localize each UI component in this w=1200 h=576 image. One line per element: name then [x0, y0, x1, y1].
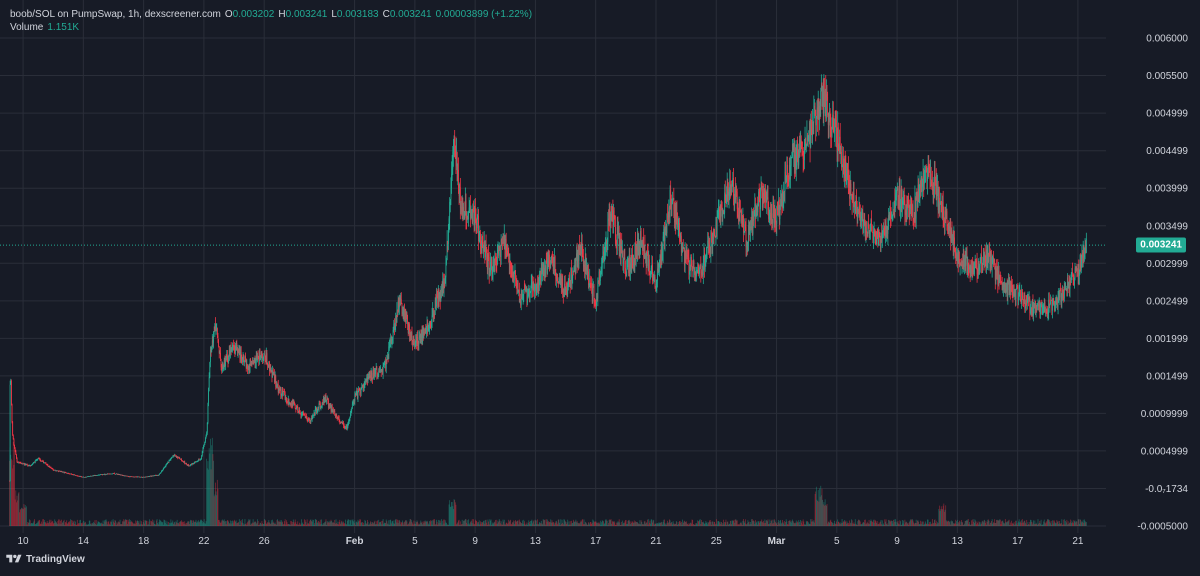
- candle-body: [454, 138, 455, 146]
- candle-body: [358, 392, 359, 398]
- candle-body: [527, 296, 528, 303]
- chart-canvas[interactable]: 0.0060000.0055000.0049990.0044990.003999…: [0, 0, 1200, 571]
- candle-body: [202, 449, 203, 452]
- candle-body: [827, 97, 828, 115]
- candle-body: [707, 248, 708, 254]
- candle-body: [213, 331, 214, 342]
- candle-body: [171, 458, 172, 459]
- candle-body: [184, 462, 185, 464]
- candle-body: [172, 457, 173, 458]
- candle-body: [352, 404, 353, 408]
- candle-body: [879, 230, 880, 233]
- candle-body: [854, 193, 855, 203]
- candle-body: [446, 260, 447, 263]
- candle-body: [220, 353, 221, 359]
- candle-body: [1016, 290, 1017, 299]
- candle-body: [209, 377, 210, 387]
- candle-body: [575, 259, 576, 270]
- candle-body: [236, 343, 237, 347]
- candlestick-chart[interactable]: 0.0060000.0055000.0049990.0044990.003999…: [0, 0, 1200, 571]
- candle-body: [383, 367, 384, 375]
- candle-body: [401, 299, 402, 303]
- candle-body: [35, 461, 36, 463]
- candle-body: [203, 447, 204, 449]
- candle-body: [714, 233, 715, 236]
- candle-body: [1020, 290, 1021, 299]
- candle-layer: [9, 74, 1087, 481]
- candle-body: [169, 461, 170, 462]
- candle-body: [655, 277, 656, 287]
- candle-body: [981, 255, 982, 264]
- candle-body: [725, 193, 726, 195]
- candle-body: [12, 422, 13, 435]
- candle-body: [592, 287, 593, 296]
- volume-bar: [827, 504, 828, 526]
- candle-body: [694, 261, 695, 268]
- candle-body: [758, 206, 759, 212]
- candle-body: [588, 271, 589, 284]
- candle-body: [820, 91, 821, 107]
- candle-body: [626, 269, 627, 275]
- candle-body: [791, 158, 792, 166]
- candle-body: [326, 400, 327, 401]
- candle-body: [267, 353, 268, 363]
- candle-body: [12, 404, 13, 422]
- candle-body: [935, 174, 936, 176]
- volume-bar: [239, 519, 240, 526]
- candle-body: [649, 259, 650, 271]
- candle-body: [815, 106, 816, 110]
- candle-body: [838, 127, 839, 144]
- candle-body: [659, 267, 660, 272]
- volume-bar: [456, 505, 457, 526]
- candle-body: [947, 211, 948, 224]
- candle-body: [295, 405, 296, 408]
- candle-body: [590, 278, 591, 283]
- candle-body: [775, 209, 776, 222]
- volume-bar: [26, 506, 27, 526]
- candle-body: [902, 205, 903, 209]
- candle-body: [600, 277, 601, 281]
- candle-body: [46, 463, 47, 464]
- candle-body: [717, 217, 718, 237]
- candle-body: [850, 184, 851, 195]
- candle-body: [530, 293, 531, 297]
- candle-body: [14, 439, 15, 445]
- candle-body: [743, 216, 744, 233]
- candle-body: [733, 178, 734, 196]
- volume-bar: [1086, 522, 1087, 526]
- candle-body: [10, 385, 11, 481]
- candle-body: [11, 381, 12, 404]
- candle-body: [297, 408, 298, 411]
- candle-body: [872, 226, 873, 232]
- candle-body: [696, 273, 697, 276]
- candle-body: [760, 188, 761, 209]
- candle-body: [218, 342, 219, 347]
